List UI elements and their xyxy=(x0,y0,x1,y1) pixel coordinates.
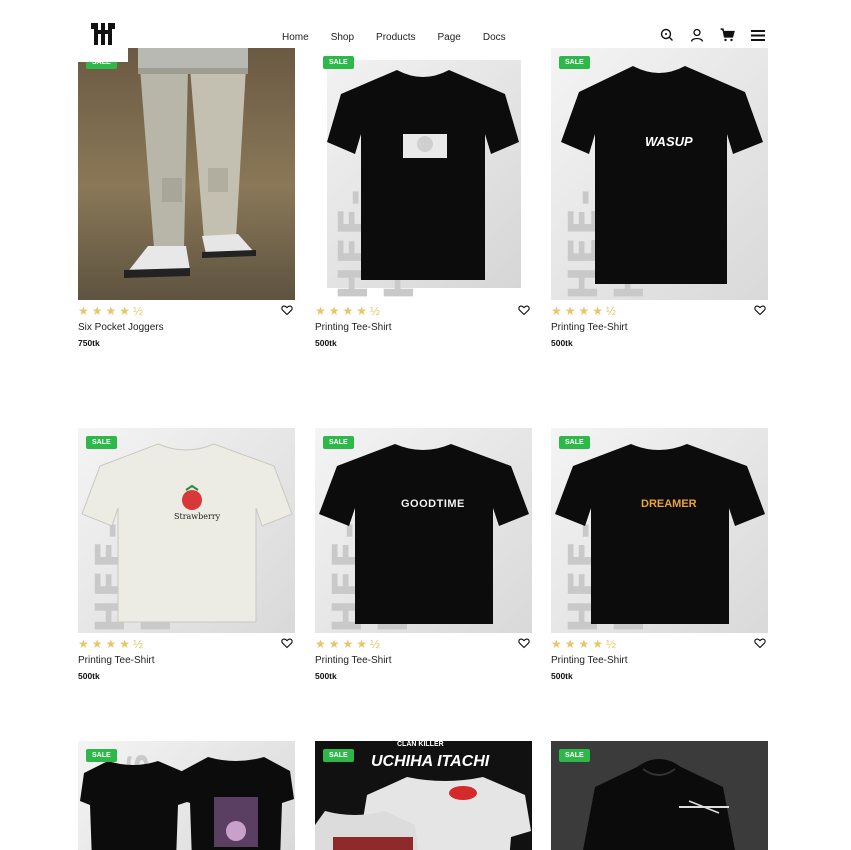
product-card[interactable]: SALE HEE-HEADS xyxy=(78,741,295,850)
sale-badge: SALE xyxy=(559,436,590,449)
rating-stars: ★★★★½ xyxy=(551,304,620,318)
product-meta: ★★★★½ Six Pocket Joggers 750tk xyxy=(78,300,295,360)
product-image[interactable]: SALE HEE-HEADS xyxy=(78,741,295,850)
product-name[interactable]: Printing Tee-Shirt xyxy=(315,655,392,666)
product-price: 500tk xyxy=(315,338,337,348)
rating-stars: ★★★★½ xyxy=(78,304,147,318)
product-price: 500tk xyxy=(78,671,100,681)
sale-badge: SALE xyxy=(86,436,117,449)
rating-stars: ★★★★½ xyxy=(551,637,620,651)
product-image[interactable]: SALE xyxy=(78,48,295,300)
sale-badge: SALE xyxy=(559,56,590,69)
black-tee-image xyxy=(319,444,529,624)
nav-docs[interactable]: Docs xyxy=(483,32,506,43)
product-meta: ★★★★½ Printing Tee-Shirt 500tk xyxy=(551,633,768,693)
joggers-image xyxy=(124,48,256,278)
product-price: 500tk xyxy=(315,671,337,681)
print-text: GOODTIME xyxy=(401,498,465,510)
print-text: Strawberry xyxy=(174,512,221,521)
product-name[interactable]: Printing Tee-Shirt xyxy=(551,322,628,333)
print-text: CLAN KILLER xyxy=(397,741,444,748)
rating-stars: ★★★★½ xyxy=(315,637,384,651)
wishlist-heart-icon[interactable] xyxy=(518,637,530,649)
product-card[interactable]: SALE HEE-HEADS WASUP ★★★★½ Printing Tee-… xyxy=(551,48,768,360)
print-text: WASUP xyxy=(645,134,693,149)
brand-logo[interactable] xyxy=(78,14,128,62)
product-name[interactable]: Printing Tee-Shirt xyxy=(315,322,392,333)
nav-page[interactable]: Page xyxy=(438,32,461,43)
header-icons xyxy=(660,28,766,44)
rating-stars: ★★★★½ xyxy=(315,304,384,318)
wishlist-heart-icon[interactable] xyxy=(281,304,293,316)
sale-badge: SALE xyxy=(323,56,354,69)
product-image[interactable]: SALE CLAN KILLER UCHIHA ITACHI xyxy=(315,741,532,850)
sale-badge: SALE xyxy=(323,436,354,449)
white-tee-image xyxy=(81,443,293,623)
product-price: 500tk xyxy=(551,671,573,681)
product-price: 500tk xyxy=(551,338,573,348)
product-card[interactable]: SALE CLAN KILLER UCHIHA ITACHI xyxy=(315,741,532,850)
main-nav: Home Shop Products Page Docs xyxy=(282,32,528,43)
black-tee-image xyxy=(327,70,519,280)
product-meta: ★★★★½ Printing Tee-Shirt 500tk xyxy=(315,633,532,693)
product-name[interactable]: Six Pocket Joggers xyxy=(78,322,164,333)
wishlist-heart-icon[interactable] xyxy=(754,637,766,649)
print-text: UCHIHA ITACHI xyxy=(371,753,490,770)
product-image[interactable]: SALE HEE-HEADS xyxy=(315,48,532,300)
wishlist-heart-icon[interactable] xyxy=(754,304,766,316)
nav-shop[interactable]: Shop xyxy=(331,32,354,43)
product-name[interactable]: Printing Tee-Shirt xyxy=(551,655,628,666)
wishlist-heart-icon[interactable] xyxy=(518,304,530,316)
product-card[interactable]: SALE HEE-HEADS Strawberry ★★★★½ Printing… xyxy=(78,428,295,693)
wishlist-heart-icon[interactable] xyxy=(281,637,293,649)
product-card[interactable]: SALE HEE-HEADS ★★★★½ Printing Tee-Shirt … xyxy=(315,48,532,360)
nav-products[interactable]: Products xyxy=(376,32,415,43)
product-image[interactable]: SALE HEE-HEADS DREAMER xyxy=(551,428,768,633)
black-tee-image xyxy=(561,66,763,284)
product-meta: ★★★★½ Printing Tee-Shirt 500tk xyxy=(315,300,532,360)
product-meta: ★★★★½ Printing Tee-Shirt 500tk xyxy=(78,633,295,693)
product-image[interactable]: SALE HEE-HEADS Strawberry xyxy=(78,428,295,633)
product-price: 750tk xyxy=(78,338,100,348)
product-card[interactable]: SALE xyxy=(551,741,768,850)
product-card[interactable]: SALE HEE-HEADS DREAMER ★★★★½ Printing Te… xyxy=(551,428,768,693)
product-image[interactable]: SALE HEE-HEADS GOODTIME xyxy=(315,428,532,633)
sale-badge: SALE xyxy=(559,749,590,762)
site-header: Home Shop Products Page Docs xyxy=(0,0,851,62)
product-image[interactable]: SALE xyxy=(551,741,768,850)
product-name[interactable]: Printing Tee-Shirt xyxy=(78,655,155,666)
search-icon[interactable] xyxy=(660,28,676,44)
logo-icon xyxy=(91,23,115,45)
nav-home[interactable]: Home xyxy=(282,32,309,43)
sale-badge: SALE xyxy=(323,749,354,762)
cart-icon[interactable] xyxy=(720,28,736,44)
product-meta: ★★★★½ Printing Tee-Shirt 500tk xyxy=(551,300,768,360)
product-card[interactable]: SALE HEE-HEADS GOODTIME ★★★★½ Printing T… xyxy=(315,428,532,693)
sale-badge: SALE xyxy=(86,749,117,762)
product-image[interactable]: SALE HEE-HEADS WASUP xyxy=(551,48,768,300)
product-card[interactable]: SALE ★★★★½ Six Pocket Joggers 750tk xyxy=(78,48,295,360)
menu-icon[interactable] xyxy=(750,28,766,44)
black-tee-image xyxy=(555,444,765,624)
rating-stars: ★★★★½ xyxy=(78,637,147,651)
user-icon[interactable] xyxy=(690,28,706,44)
print-text: DREAMER xyxy=(641,498,697,510)
